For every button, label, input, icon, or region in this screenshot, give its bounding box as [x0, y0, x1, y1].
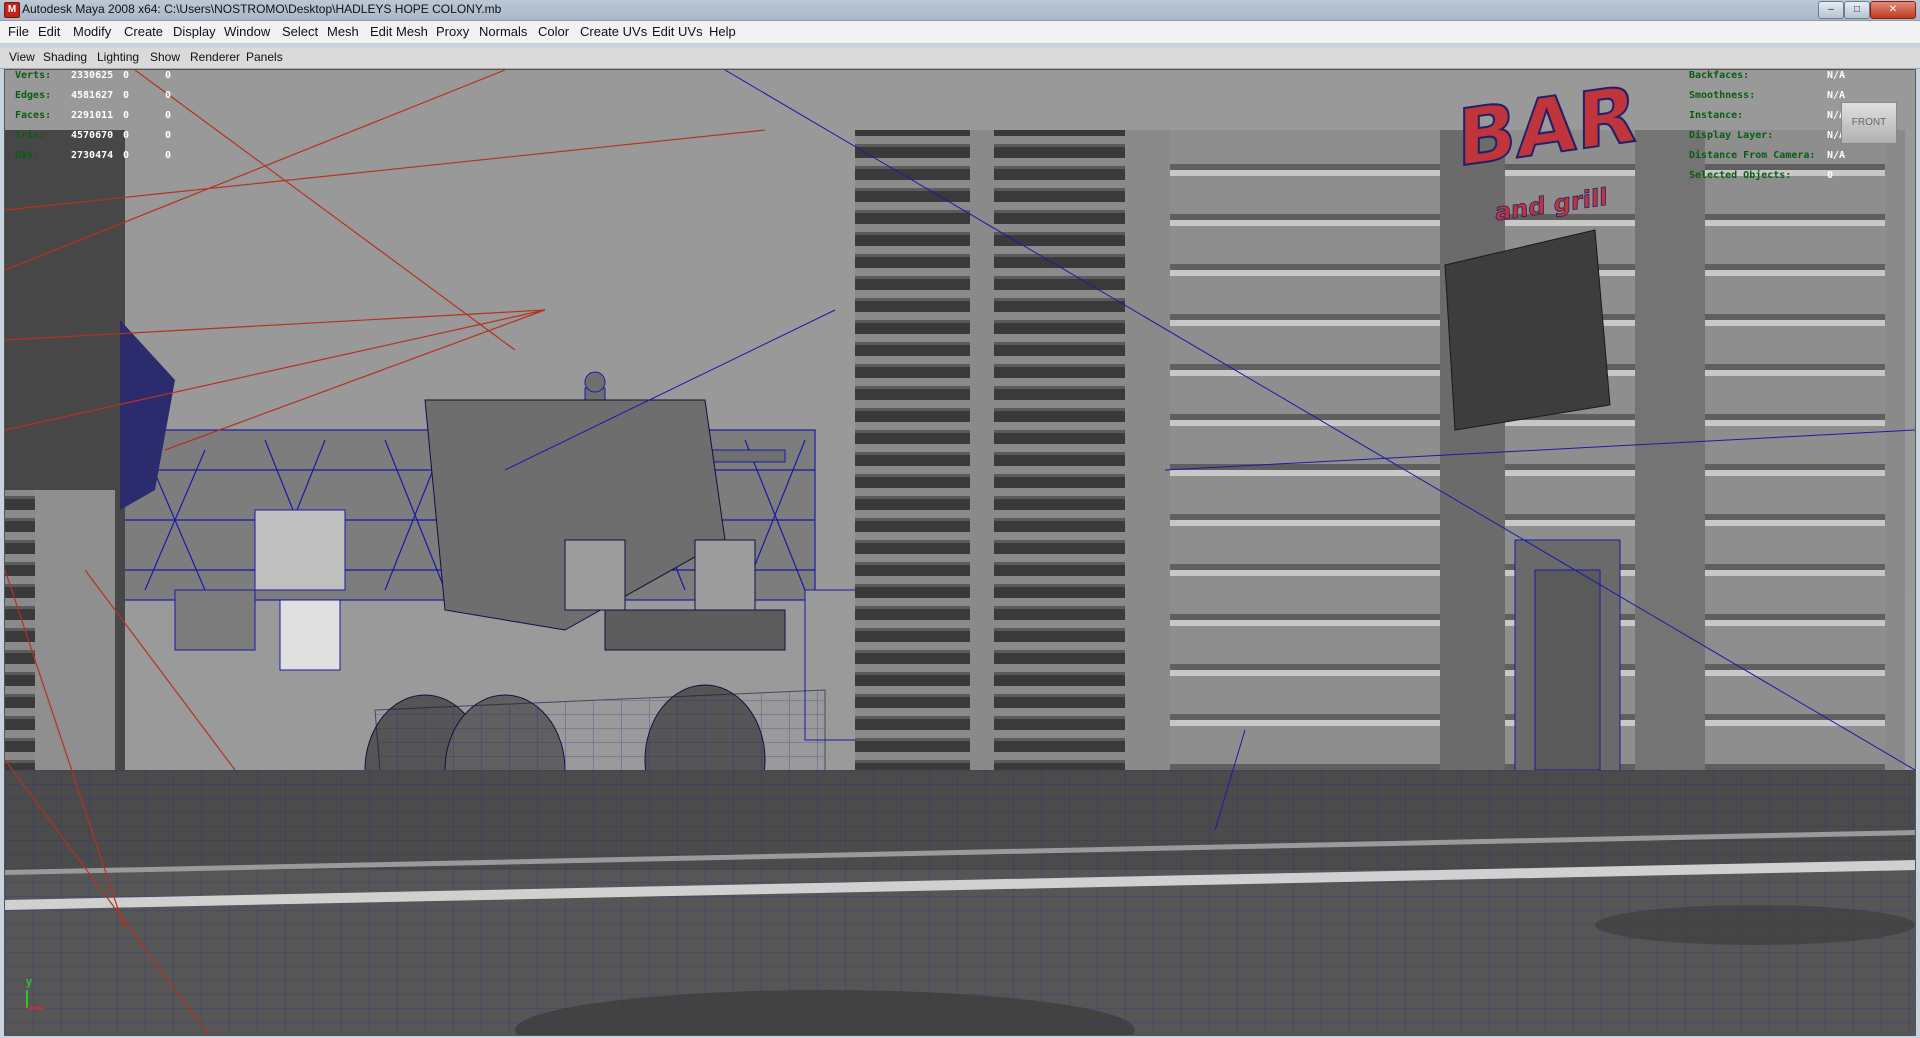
menu-window[interactable]: Window [224, 24, 270, 39]
hud-edges-component: 0 [165, 90, 172, 101]
window-title: Autodesk Maya 2008 x64: C:\Users\NOSTROM… [22, 2, 502, 16]
hud-backfaces-label: Backfaces: [1689, 70, 1750, 81]
hud-edges-selected: 0 [123, 90, 130, 101]
hud-verts-value: 2330625 [71, 70, 114, 81]
hud-smoothness-value: N/A [1827, 90, 1846, 101]
axis-indicator-icon [26, 990, 45, 1009]
hud-tris-selected: 0 [123, 130, 130, 141]
hud-instance-label: Instance: [1689, 110, 1744, 121]
hud-tris-label: Tris: [15, 130, 46, 141]
panel-menu-bar: View Shading Lighting Show Renderer Pane… [0, 48, 1920, 69]
menu-edit[interactable]: Edit [38, 24, 60, 39]
hud-smoothness-label: Smoothness: [1689, 90, 1756, 101]
hud-display-layer-label: Display Layer: [1689, 130, 1774, 141]
panel-menu-renderer[interactable]: Renderer [190, 50, 240, 64]
hud-uvs-label: UVs: [15, 150, 40, 161]
hud-selected-objects-value: 0 [1827, 170, 1834, 181]
hud-faces-selected: 0 [123, 110, 130, 121]
minimize-button[interactable]: – [1818, 1, 1844, 19]
hud-backfaces-value: N/A [1827, 70, 1846, 81]
louvered-wall [855, 130, 1125, 830]
perspective-viewport[interactable]: BAR and grill Verts: 2330625 0 0 Edges: 4581… [4, 69, 1916, 1036]
maximize-button[interactable]: □ [1844, 1, 1870, 19]
panel-menu-view[interactable]: View [9, 50, 35, 64]
hud-verts-component: 0 [165, 70, 172, 81]
hud-faces-component: 0 [165, 110, 172, 121]
menu-help[interactable]: Help [709, 24, 736, 39]
hud-uvs-selected: 0 [123, 150, 130, 161]
menu-mesh[interactable]: Mesh [327, 24, 359, 39]
menu-edit-uvs[interactable]: Edit UVs [652, 24, 703, 39]
main-menu-bar: File Edit Modify Create Display Window S… [0, 21, 1920, 44]
hud-tris-component: 0 [165, 130, 172, 141]
maya-app-icon[interactable]: M [4, 2, 20, 18]
hud-faces-label: Faces: [15, 110, 52, 121]
hud-edges-label: Edges: [15, 90, 52, 101]
menu-display[interactable]: Display [173, 24, 216, 39]
menu-proxy[interactable]: Proxy [436, 24, 469, 39]
hud-verts-label: Verts: [15, 70, 52, 81]
menu-select[interactable]: Select [282, 24, 318, 39]
menu-create[interactable]: Create [124, 24, 163, 39]
hud-uvs-value: 2730474 [71, 150, 114, 161]
panel-menu-panels[interactable]: Panels [246, 50, 283, 64]
menu-edit-mesh[interactable]: Edit Mesh [370, 24, 428, 39]
menu-normals[interactable]: Normals [479, 24, 527, 39]
menu-create-uvs[interactable]: Create UVs [580, 24, 647, 39]
panel-menu-shading[interactable]: Shading [43, 50, 87, 64]
scene-render: BAR and grill [5, 70, 1915, 1035]
hud-selected-objects-label: Selected Objects: [1689, 170, 1792, 181]
panel-menu-lighting[interactable]: Lighting [97, 50, 139, 64]
hud-verts-selected: 0 [123, 70, 130, 81]
hud-uvs-component: 0 [165, 150, 172, 161]
close-button[interactable]: ✕ [1870, 1, 1916, 19]
hud-tris-value: 4570670 [71, 130, 114, 141]
menu-file[interactable]: File [8, 24, 29, 39]
ground-terrain [5, 770, 1915, 1035]
hud-faces-value: 2291011 [71, 110, 114, 121]
hud-edges-value: 4581627 [71, 90, 114, 101]
panel-menu-show[interactable]: Show [150, 50, 180, 64]
axis-y-label: y [26, 976, 33, 988]
paneled-building [1125, 130, 1905, 830]
menu-modify[interactable]: Modify [73, 24, 111, 39]
view-cube-front[interactable]: FRONT [1841, 102, 1897, 144]
menu-color[interactable]: Color [538, 24, 569, 39]
title-bar: M Autodesk Maya 2008 x64: C:\Users\NOSTR… [0, 0, 1920, 21]
hud-distance-value: N/A [1827, 150, 1846, 161]
hud-distance-label: Distance From Camera: [1689, 150, 1816, 161]
